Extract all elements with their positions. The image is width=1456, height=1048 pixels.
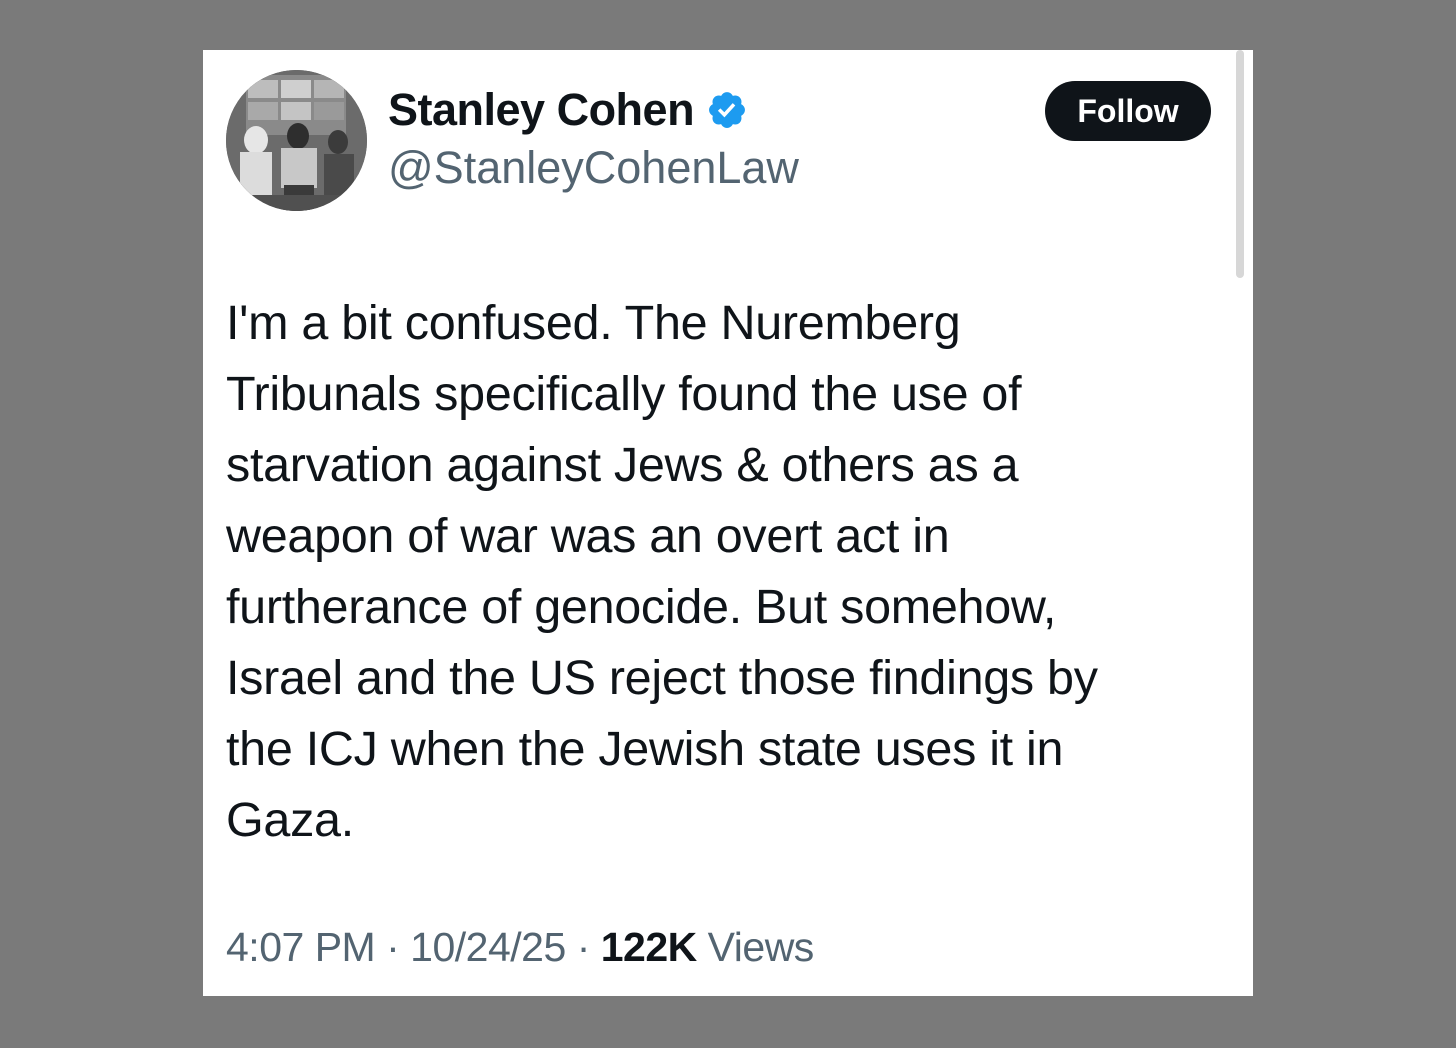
views-count: 122K xyxy=(600,924,698,970)
tweet-time[interactable]: 4:07 PM xyxy=(226,924,376,970)
views-label: Views xyxy=(707,924,815,970)
author-name-row: Stanley Cohen xyxy=(388,84,748,136)
avatar[interactable] xyxy=(226,70,367,211)
author-handle[interactable]: @StanleyCohenLaw xyxy=(388,142,799,194)
tweet-card: Stanley Cohen @StanleyCohenLaw Follow I'… xyxy=(203,50,1253,996)
meta-separator: · xyxy=(386,924,400,970)
avatar-photo xyxy=(226,70,367,211)
tweet-date[interactable]: 10/24/25 xyxy=(410,924,566,970)
tweet-text: I'm a bit confused. The Nuremberg Tribun… xyxy=(226,296,1098,847)
tweet-meta: 4:07 PM · 10/24/25 · 122K Views xyxy=(226,924,814,971)
meta-separator: · xyxy=(576,924,591,970)
scrollbar[interactable] xyxy=(1236,50,1244,278)
author-display-name[interactable]: Stanley Cohen xyxy=(388,84,695,136)
verified-badge-icon xyxy=(706,89,748,131)
follow-button[interactable]: Follow xyxy=(1045,81,1211,141)
